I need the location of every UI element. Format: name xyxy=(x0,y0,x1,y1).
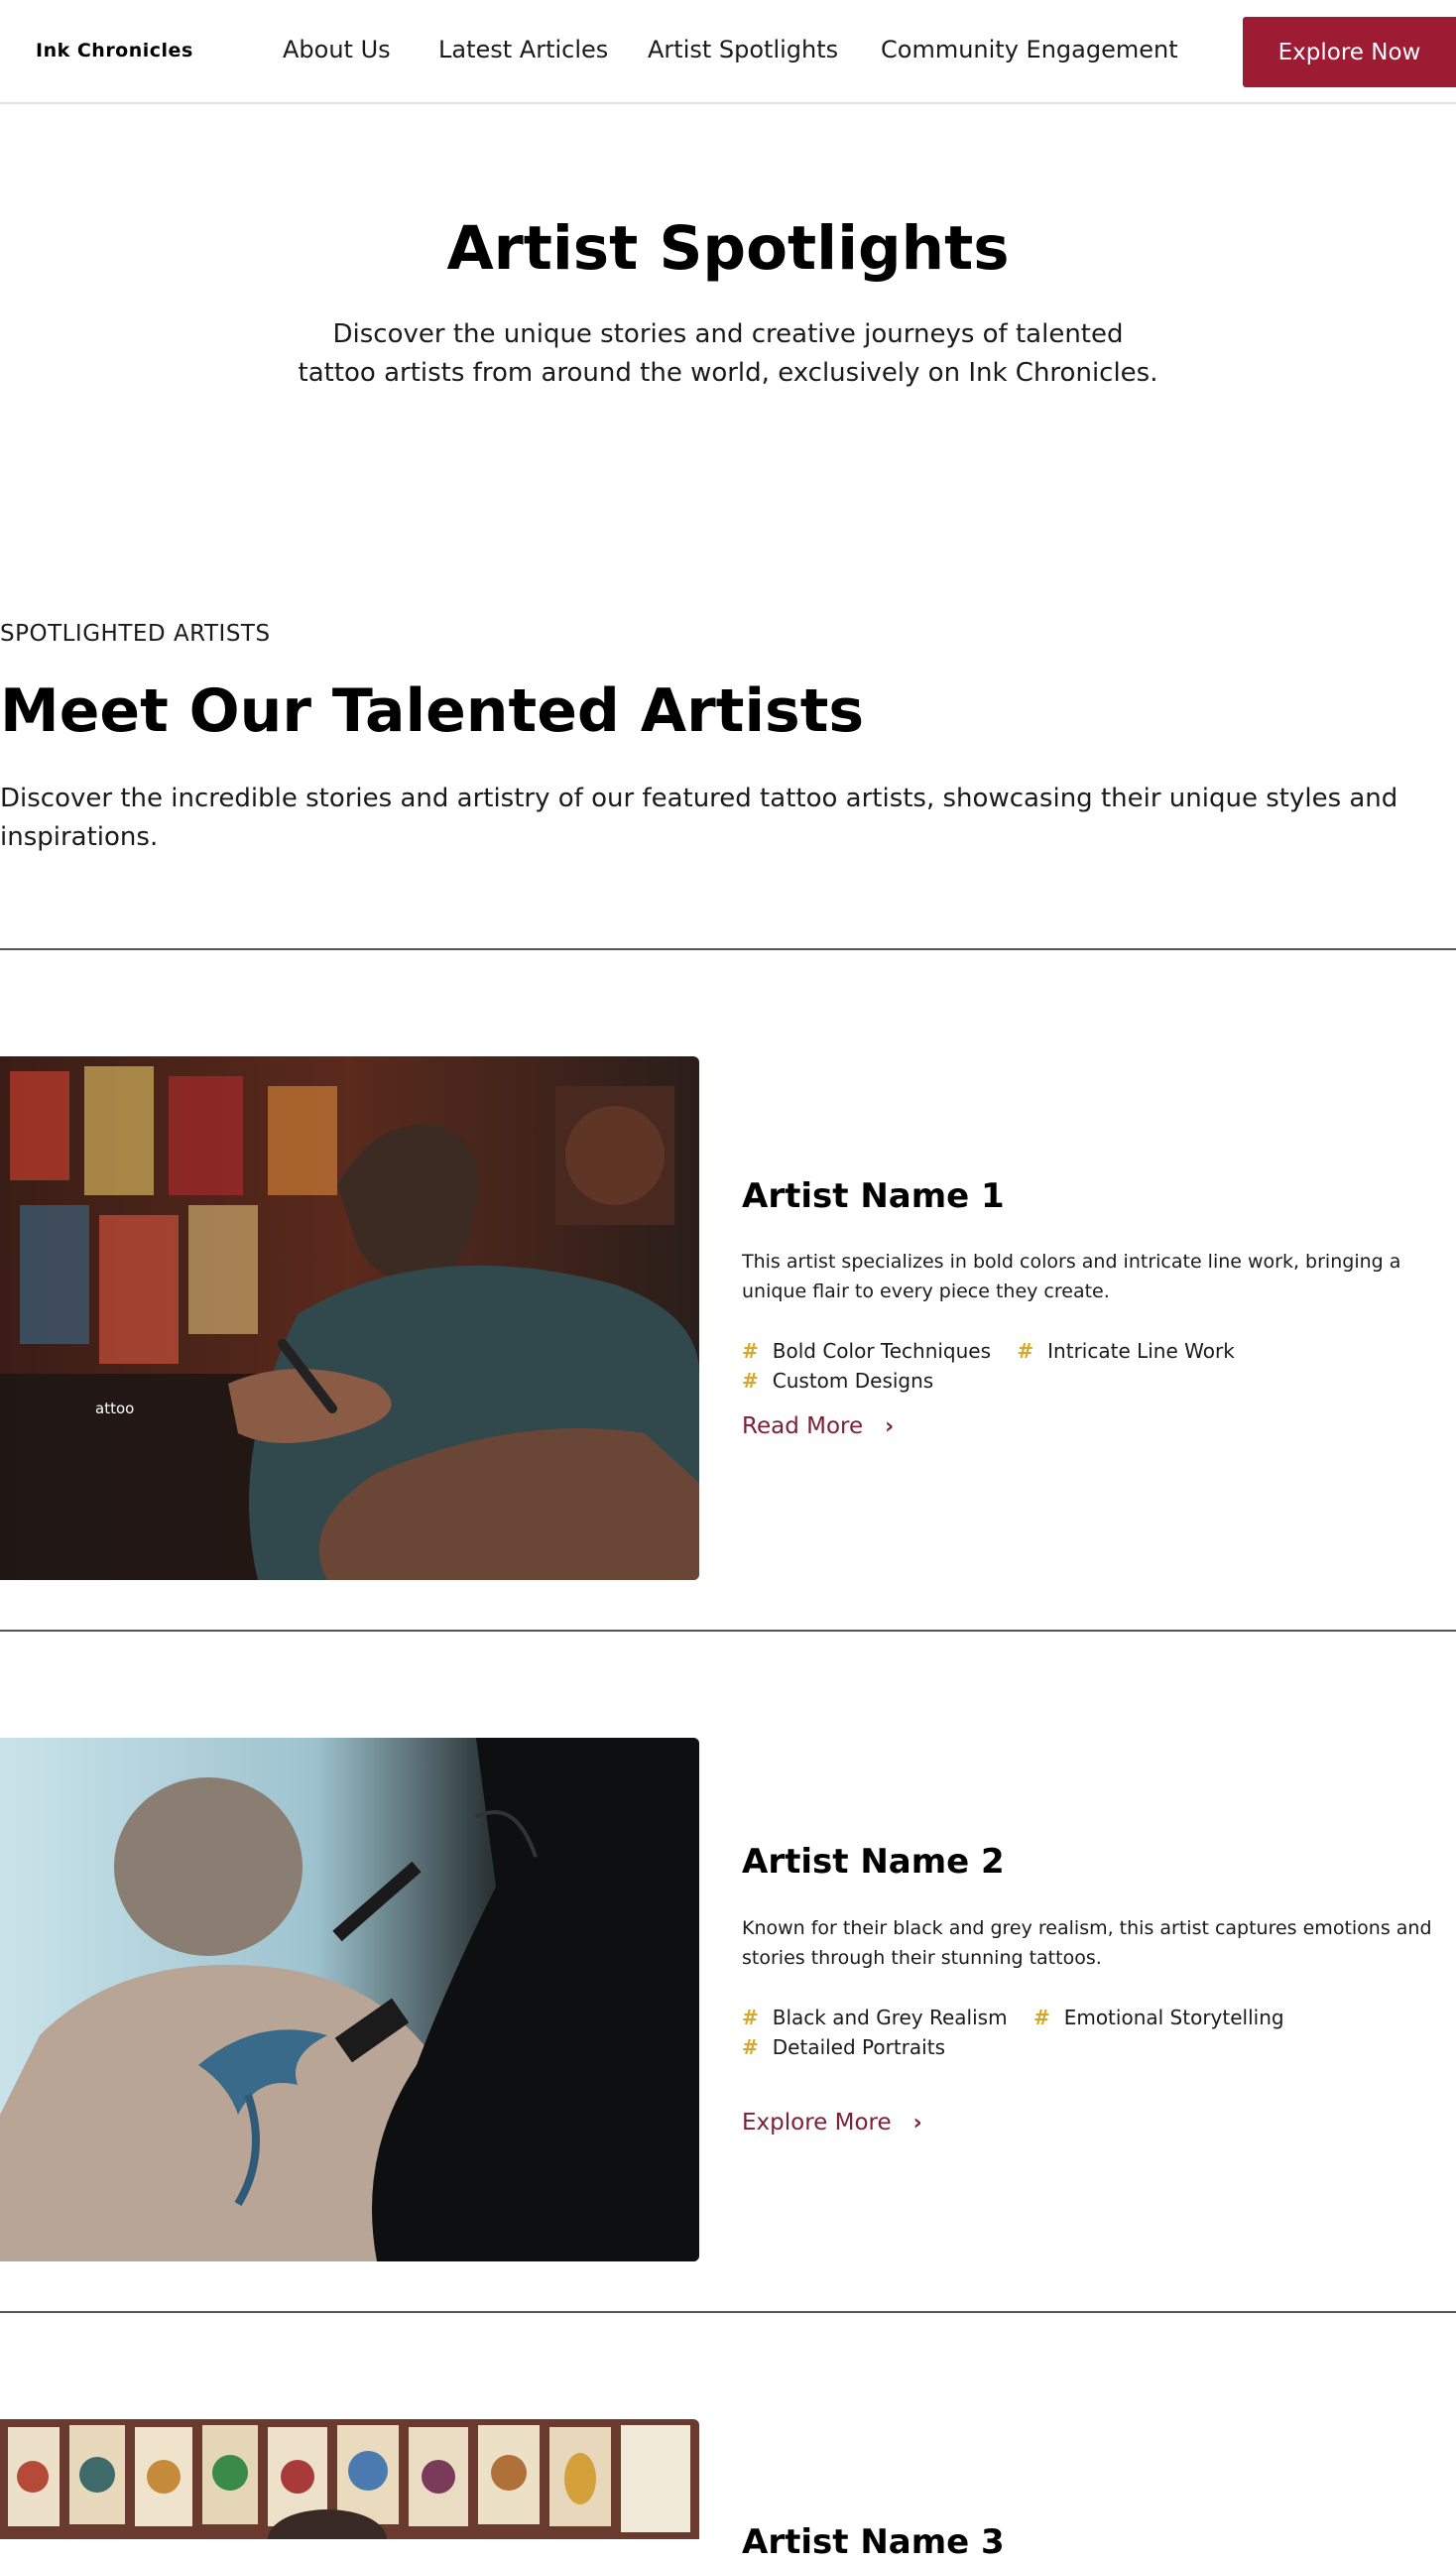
tag-label: Detailed Portraits xyxy=(772,2035,945,2059)
artist-photo-illustration xyxy=(0,2419,699,2539)
nav-link-community-engagement[interactable]: Community Engagement xyxy=(881,36,1178,63)
divider xyxy=(0,2311,1456,2313)
divider xyxy=(0,948,1456,950)
tag-item: # Custom Designs xyxy=(742,1366,933,1396)
chevron-right-icon: › xyxy=(885,1414,895,1439)
section-title: Meet Our Talented Artists xyxy=(0,676,865,746)
artist-photo-illustration: attoo xyxy=(0,1056,699,1580)
site-logo[interactable]: Ink Chronicles xyxy=(36,40,193,61)
explore-more-link[interactable]: Explore More › xyxy=(742,2110,922,2135)
artist-photo[interactable] xyxy=(0,1738,699,2261)
artist-description: Known for their black and grey realism, … xyxy=(742,1917,1432,1969)
artist-photo[interactable]: attoo xyxy=(0,1056,699,1580)
hero-subtitle: Discover the unique stories and creative… xyxy=(298,319,1158,388)
tag-item: # Bold Color Techniques xyxy=(742,1336,991,1366)
hash-icon: # xyxy=(742,2035,759,2059)
explore-now-button[interactable]: Explore Now xyxy=(1243,17,1456,87)
artist-photo[interactable] xyxy=(0,2419,699,2539)
tag-label: Black and Grey Realism xyxy=(772,2006,1008,2029)
artist-tags: # Black and Grey Realism # Emotional Story… xyxy=(742,2003,1451,2062)
artist-name: Artist Name 2 xyxy=(742,1842,1005,1882)
explore-more-label: Explore More xyxy=(742,2110,892,2135)
hash-icon: # xyxy=(1032,2006,1050,2029)
artist-tags: # Bold Color Techniques # Intricate Line W… xyxy=(742,1336,1451,1396)
hash-icon: # xyxy=(742,1339,759,1363)
hash-icon: # xyxy=(742,2006,759,2029)
page-title: Artist Spotlights xyxy=(446,213,1010,284)
hash-icon: # xyxy=(742,1369,759,1393)
tag-item: # Black and Grey Realism xyxy=(742,2003,1008,2032)
hash-icon: # xyxy=(1017,1339,1034,1363)
tag-label: Emotional Storytelling xyxy=(1063,2006,1284,2029)
read-more-link[interactable]: Read More › xyxy=(742,1413,894,1439)
nav-link-latest-articles[interactable]: Latest Articles xyxy=(438,36,608,63)
nav-link-about-us[interactable]: About Us xyxy=(283,36,391,63)
section-description: Discover the incredible stories and arti… xyxy=(0,784,1398,852)
read-more-label: Read More xyxy=(742,1413,864,1439)
site-header: Ink Chronicles About Us Latest Articles … xyxy=(0,0,1456,104)
nav-link-artist-spotlights[interactable]: Artist Spotlights xyxy=(648,36,838,63)
image-caption: attoo xyxy=(95,1400,134,1417)
artist-name: Artist Name 3 xyxy=(742,2522,1005,2562)
tag-label: Bold Color Techniques xyxy=(772,1339,992,1363)
artist-photo-illustration xyxy=(0,1738,699,2261)
tag-item: # Intricate Line Work xyxy=(1017,1336,1234,1366)
artist-name: Artist Name 1 xyxy=(742,1176,1005,1216)
section-eyebrow: SPOTLIGHTED ARTISTS xyxy=(0,621,271,647)
artist-description: This artist specializes in bold colors a… xyxy=(742,1251,1401,1302)
chevron-right-icon: › xyxy=(912,2111,922,2135)
tag-label: Custom Designs xyxy=(772,1369,934,1393)
tag-item: # Emotional Storytelling xyxy=(1033,2003,1284,2032)
divider xyxy=(0,1630,1456,1632)
tag-label: Intricate Line Work xyxy=(1047,1339,1235,1363)
tag-item: # Detailed Portraits xyxy=(742,2032,945,2062)
